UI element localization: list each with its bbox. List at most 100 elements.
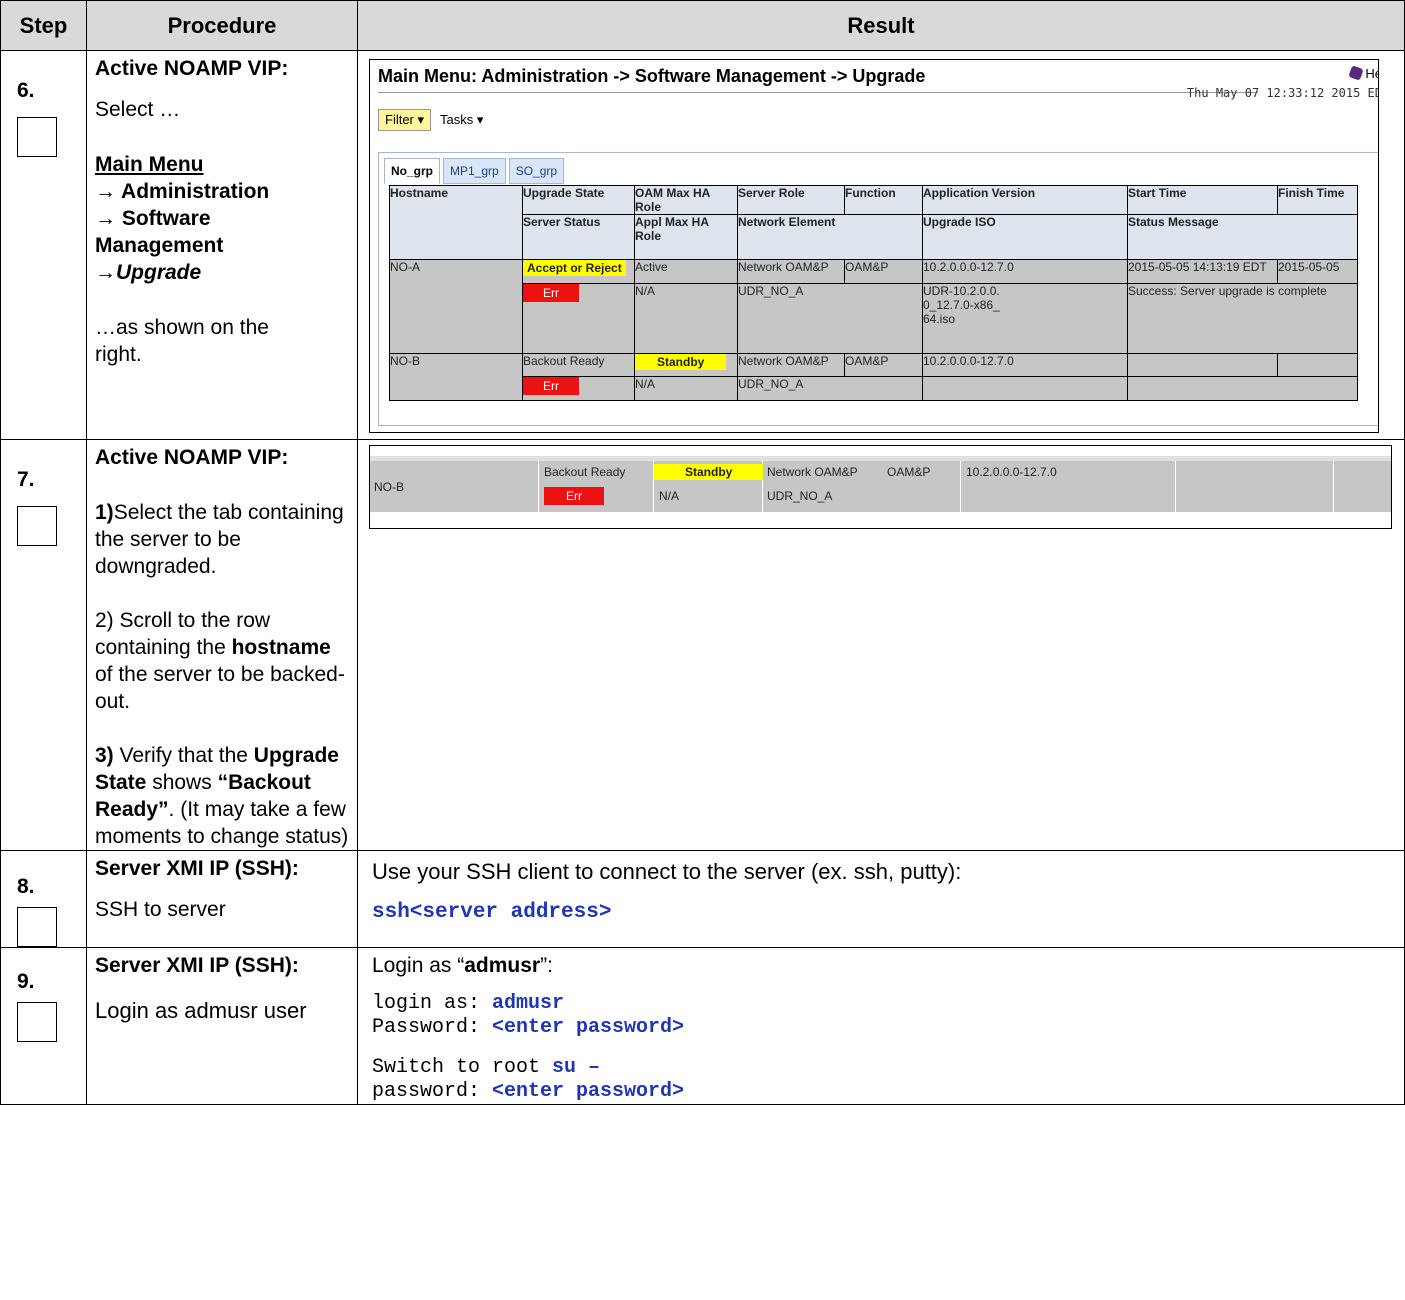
tab-so-grp[interactable]: SO_grp <box>508 158 565 184</box>
step-heading: Active NOAMP VIP: <box>95 57 289 80</box>
login-block: login as: admusr Password: <enter passwo… <box>372 992 1404 1104</box>
table-row[interactable]: Err N/A UDR_NO_A UDR-10.2.0.0.0_12.7.0-x… <box>390 283 1358 354</box>
filter-button[interactable]: Filter ▾ <box>378 109 431 131</box>
backout-row-screenshot: NO-B Backout Ready Standby Network OAM&P… <box>369 445 1392 529</box>
row-hostname: NO-B <box>374 480 404 494</box>
menu-management: Management <box>95 234 224 257</box>
divider <box>960 461 961 512</box>
upgrade-screenshot: Main Menu: Administration -> Software Ma… <box>369 59 1379 433</box>
function: OAM&P <box>844 259 923 284</box>
result-header: Result <box>357 0 1405 51</box>
row-hostname: NO-A <box>389 259 523 354</box>
step-heading: Active NOAMP VIP: <box>95 446 289 469</box>
step-number: 6. <box>17 79 35 102</box>
instruction-1: 1)Select the tab containing the server t… <box>95 501 344 578</box>
network-element: UDR_NO_A <box>767 489 833 503</box>
root-password-line: password: <enter password> <box>372 1080 685 1103</box>
upgrade-iso: UDR-10.2.0.0.0_12.7.0-x86_64.iso <box>922 283 1128 354</box>
step-checkbox[interactable] <box>17 117 57 157</box>
menu-software: → Software <box>95 207 211 230</box>
tab-mp1-grp[interactable]: MP1_grp <box>443 158 506 184</box>
divider <box>1175 461 1176 512</box>
tail-text-2: right. <box>95 343 142 366</box>
appl-role: N/A <box>659 489 680 503</box>
group-tabs: No_grp MP1_grp SO_grp <box>384 158 567 184</box>
step-checkbox[interactable] <box>17 506 57 546</box>
su-line: Switch to root su – <box>372 1056 601 1079</box>
procedure-header: Procedure <box>86 0 358 51</box>
start-time: 2015-05-05 14:13:19 EDT <box>1127 259 1278 284</box>
login-line: login as: admusr <box>372 992 565 1015</box>
tasks-menu[interactable]: Tasks ▾ <box>440 109 483 131</box>
col-start-time: Start Time <box>1127 185 1278 215</box>
select-text: Select … <box>95 98 181 121</box>
oam-role-badge: Standby <box>635 354 727 370</box>
function: OAM&P <box>887 465 931 479</box>
appl-role: N/A <box>634 376 738 401</box>
col-function: Function <box>844 185 923 215</box>
col-server-status: Server Status <box>522 214 635 260</box>
table-row[interactable]: NO-B Backout Ready Standby Network OAM&P… <box>389 353 1358 401</box>
app-version: 10.2.0.0.0-12.7.0 <box>966 465 1057 479</box>
title-rule <box>378 92 1258 93</box>
col-upgrade-state: Upgrade State <box>522 185 635 215</box>
state-badge: Accept or Reject <box>523 260 626 276</box>
server-role: Network OAM&P <box>767 465 858 479</box>
step-number: 7. <box>17 468 35 491</box>
step-checkbox[interactable] <box>17 1002 57 1042</box>
divider <box>1333 461 1334 512</box>
appl-role: N/A <box>634 283 738 354</box>
table-row[interactable]: Err N/A UDR_NO_A <box>390 376 1358 401</box>
function: OAM&P <box>844 353 923 377</box>
row-hostname: NO-B <box>389 353 523 401</box>
app-version: 10.2.0.0.0-12.7.0 <box>922 353 1128 377</box>
step-8-row: 8. Server XMI IP (SSH): SSH to server Us… <box>0 850 1405 948</box>
table-row[interactable] <box>370 461 1391 512</box>
ssh-command: ssh<server address> <box>372 901 612 924</box>
step-description: Login as admusr user <box>95 998 307 1023</box>
network-element: UDR_NO_A <box>737 283 923 354</box>
col-upgrade-iso: Upgrade ISO <box>922 214 1128 260</box>
instruction-3: 3) Verify that the Upgrade State shows “… <box>95 744 349 848</box>
step-heading: Server XMI IP (SSH): <box>95 857 299 880</box>
table-row[interactable]: NO-A Accept or Reject Active Network OAM… <box>389 259 1358 354</box>
col-network-element: Network Element <box>737 214 923 260</box>
menu-upgrade: →Upgrade <box>95 261 202 284</box>
col-status-message: Status Message <box>1127 214 1358 260</box>
state-text: Backout Ready <box>522 353 635 377</box>
help-link[interactable]: He <box>1348 65 1378 81</box>
server-role: Network OAM&P <box>737 353 845 377</box>
step-checkbox[interactable] <box>17 907 57 947</box>
menu-main: Main Menu <box>95 153 204 176</box>
col-app-version: Application Version <box>922 185 1128 215</box>
grid-header-1: Hostname Upgrade State OAM Max HA Role S… <box>389 185 1358 260</box>
col-appl-max: Appl Max HA Role <box>634 214 738 260</box>
state-text: Backout Ready <box>544 465 626 479</box>
col-finish-time: Finish Time <box>1277 185 1358 215</box>
procedure-table: Step Procedure Result 6. Active NOAMP VI… <box>0 0 1405 1105</box>
step-number: 8. <box>17 875 35 898</box>
date-stamp: Thu May 07 12:33:12 2015 ED <box>1186 86 1379 100</box>
header-row: Step Procedure Result <box>0 0 1405 51</box>
chevron-down-icon: ▾ <box>476 112 484 127</box>
oam-role-badge: Standby <box>654 464 764 480</box>
password-line: Password: <enter password> <box>372 1016 685 1039</box>
finish-time: 2015-05-05 <box>1277 259 1358 284</box>
step-heading: Server XMI IP (SSH): <box>95 954 299 977</box>
status-badge: Err <box>544 487 604 505</box>
chevron-down-icon: ▾ <box>417 112 425 127</box>
app-version: 10.2.0.0.0-12.7.0 <box>922 259 1128 284</box>
status-badge: Err <box>523 284 579 302</box>
help-icon <box>1348 65 1365 81</box>
upgrade-grid: Hostname Upgrade State OAM Max HA Role S… <box>389 185 1358 401</box>
menu-admin: → Administration <box>95 180 270 203</box>
step-9-row: 9. Server XMI IP (SSH): Login as admusr … <box>0 947 1405 1105</box>
main-menu-title: Main Menu: Administration -> Software Ma… <box>378 66 926 86</box>
step-header: Step <box>0 0 87 51</box>
step-description: SSH to server <box>95 898 226 921</box>
instruction-2: 2) Scroll to the row containing the host… <box>95 609 345 713</box>
login-instruction: Login as “admusr”: <box>372 954 553 977</box>
status-message: Success: Server upgrade is complete <box>1127 283 1358 354</box>
tail-text-1: …as shown on the <box>95 316 269 339</box>
tab-no-grp[interactable]: No_grp <box>384 158 440 184</box>
